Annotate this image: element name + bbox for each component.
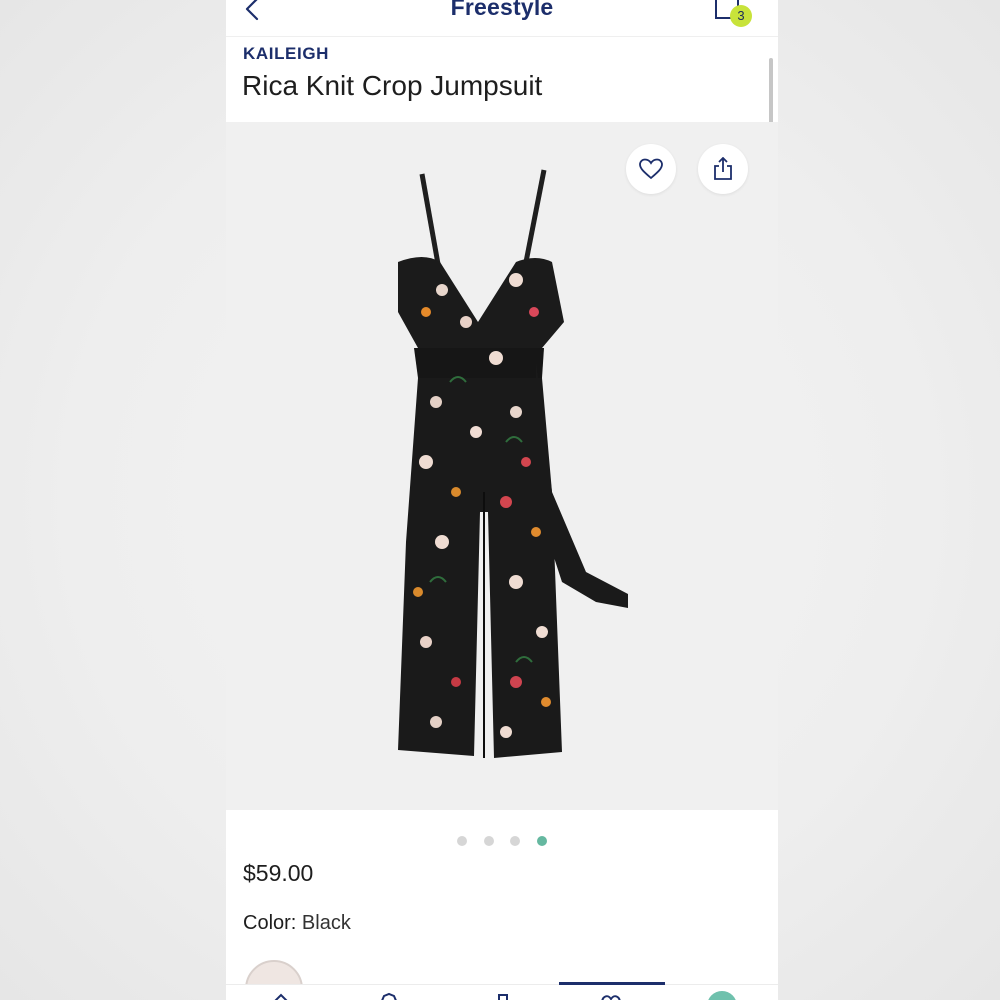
color-label: Color: — [243, 912, 297, 934]
nav-profile-avatar[interactable] — [706, 990, 738, 1000]
share-icon — [714, 157, 732, 180]
top-bar: Freestyle — [226, 0, 778, 37]
color-value: Black — [301, 912, 351, 934]
gallery-dot[interactable] — [457, 836, 468, 846]
nav-shop-icon[interactable] — [490, 990, 516, 1000]
app-screen: Freestyle 3 KAILEIGH Rica Knit Crop Jump… — [226, 0, 778, 1000]
gallery-dot-active[interactable] — [536, 836, 547, 846]
nav-style-icon[interactable] — [376, 990, 402, 1000]
product-title: Rica Knit Crop Jumpsuit — [242, 70, 543, 101]
product-price: $59.00 — [243, 860, 314, 886]
share-button[interactable] — [698, 144, 748, 194]
gallery-dot[interactable] — [510, 836, 521, 846]
nav-home-icon[interactable] — [268, 990, 294, 1000]
product-brand: KAILEIGH — [243, 44, 330, 63]
color-row: Color: Black — [243, 912, 351, 935]
nav-favorites-icon[interactable] — [598, 990, 624, 1000]
heart-icon — [639, 158, 663, 180]
bag-count-badge: 3 — [730, 5, 752, 27]
app-title: Freestyle — [450, 0, 554, 20]
gallery-dot[interactable] — [483, 836, 494, 846]
favorite-button[interactable] — [626, 144, 676, 194]
nav-active-indicator — [559, 982, 665, 985]
product-image — [398, 169, 628, 758]
product-image-gallery[interactable] — [226, 122, 778, 810]
gallery-pagination — [226, 833, 778, 851]
